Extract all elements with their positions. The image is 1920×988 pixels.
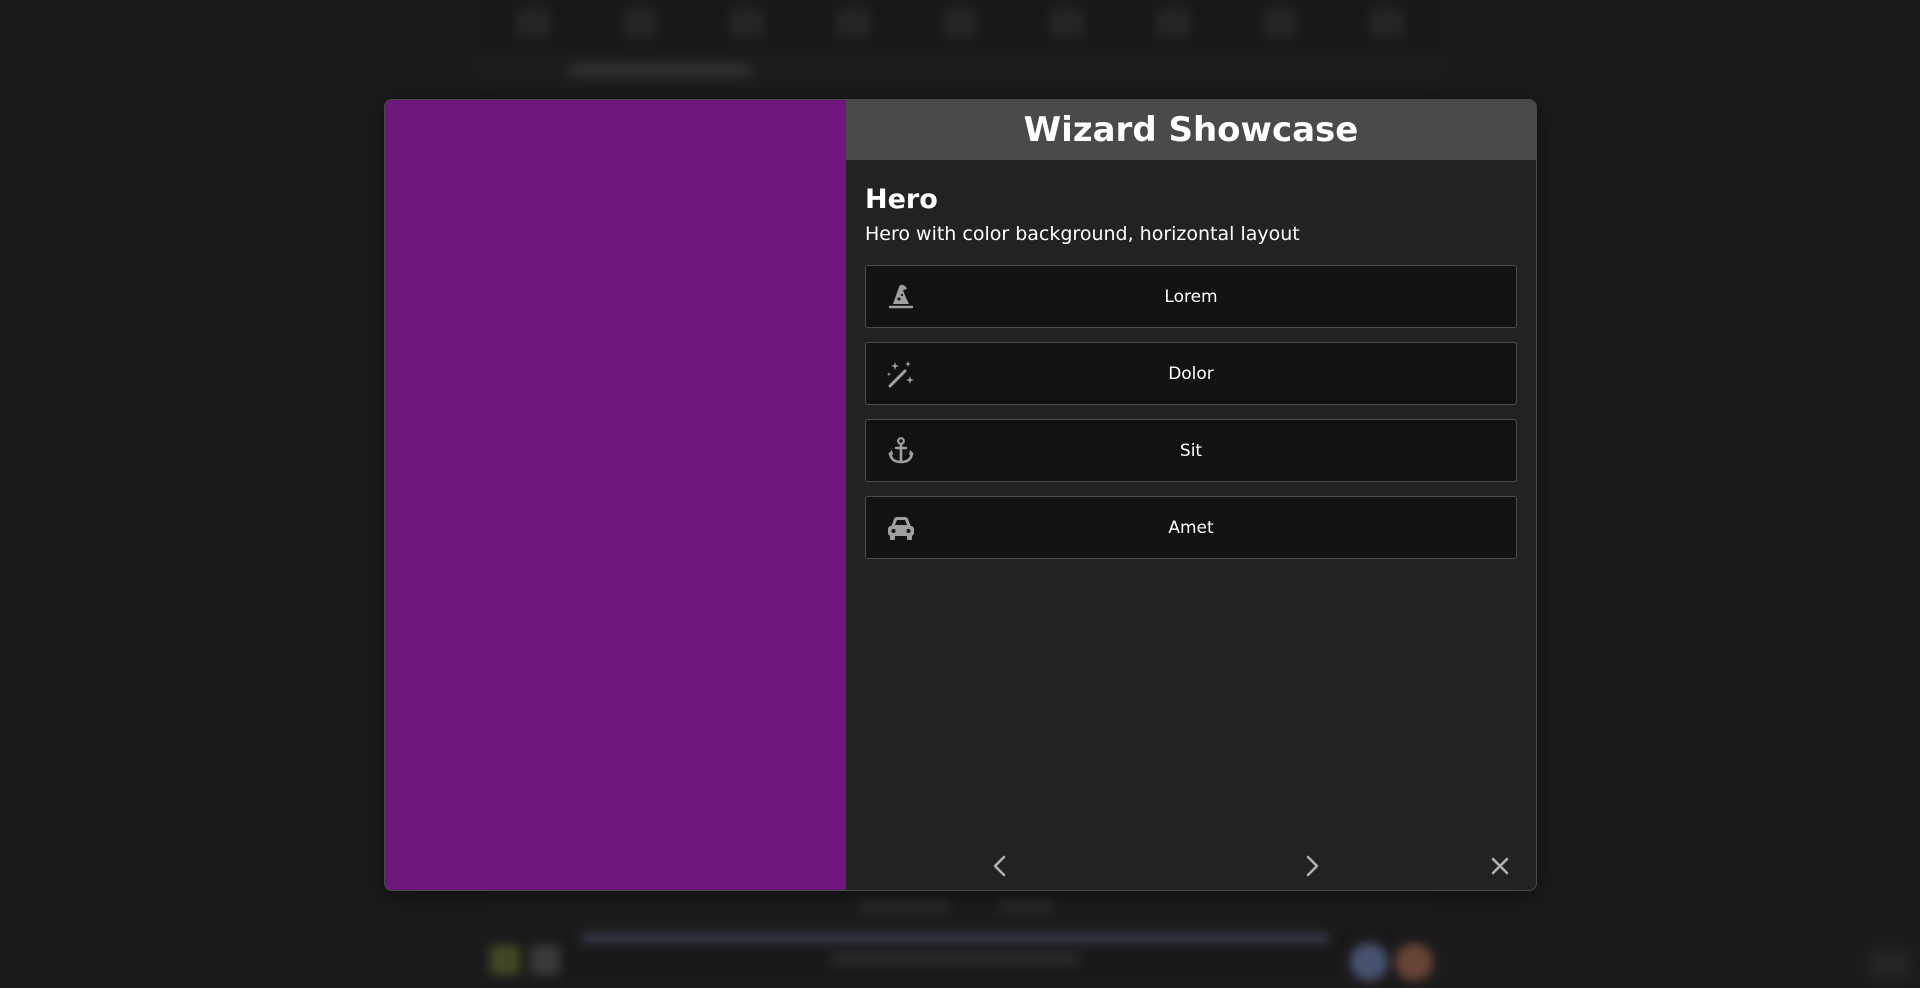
option-amet-button[interactable]: Amet	[865, 496, 1517, 559]
chevron-right-icon[interactable]	[1296, 850, 1328, 882]
option-label: Lorem	[1164, 286, 1218, 307]
option-sit-button[interactable]: Sit	[865, 419, 1517, 482]
hero-color-panel	[385, 100, 846, 890]
chevron-left-icon[interactable]	[984, 850, 1016, 882]
wizard-dialog: Wizard Showcase Hero Hero with color bac…	[384, 99, 1537, 891]
option-dolor-button[interactable]: Dolor	[865, 342, 1517, 405]
close-icon[interactable]	[1484, 850, 1516, 882]
option-lorem-button[interactable]: Lorem	[865, 265, 1517, 328]
step-description: Hero with color background, horizontal l…	[865, 223, 1300, 245]
option-label: Amet	[1168, 517, 1214, 538]
wizard-body: Hero Hero with color background, horizon…	[846, 160, 1536, 573]
wizard-hat-icon	[884, 280, 918, 314]
wizard-content: Wizard Showcase Hero Hero with color bac…	[846, 100, 1536, 890]
wizard-title: Wizard Showcase	[1023, 110, 1359, 150]
option-label: Sit	[1179, 440, 1203, 461]
wizard-title-bar: Wizard Showcase	[846, 100, 1536, 160]
step-heading: Hero	[865, 184, 938, 215]
option-label: Dolor	[1168, 363, 1214, 384]
car-icon	[884, 511, 918, 545]
magic-wand-icon	[884, 357, 918, 391]
anchor-icon	[884, 434, 918, 468]
wizard-footer	[846, 842, 1536, 890]
